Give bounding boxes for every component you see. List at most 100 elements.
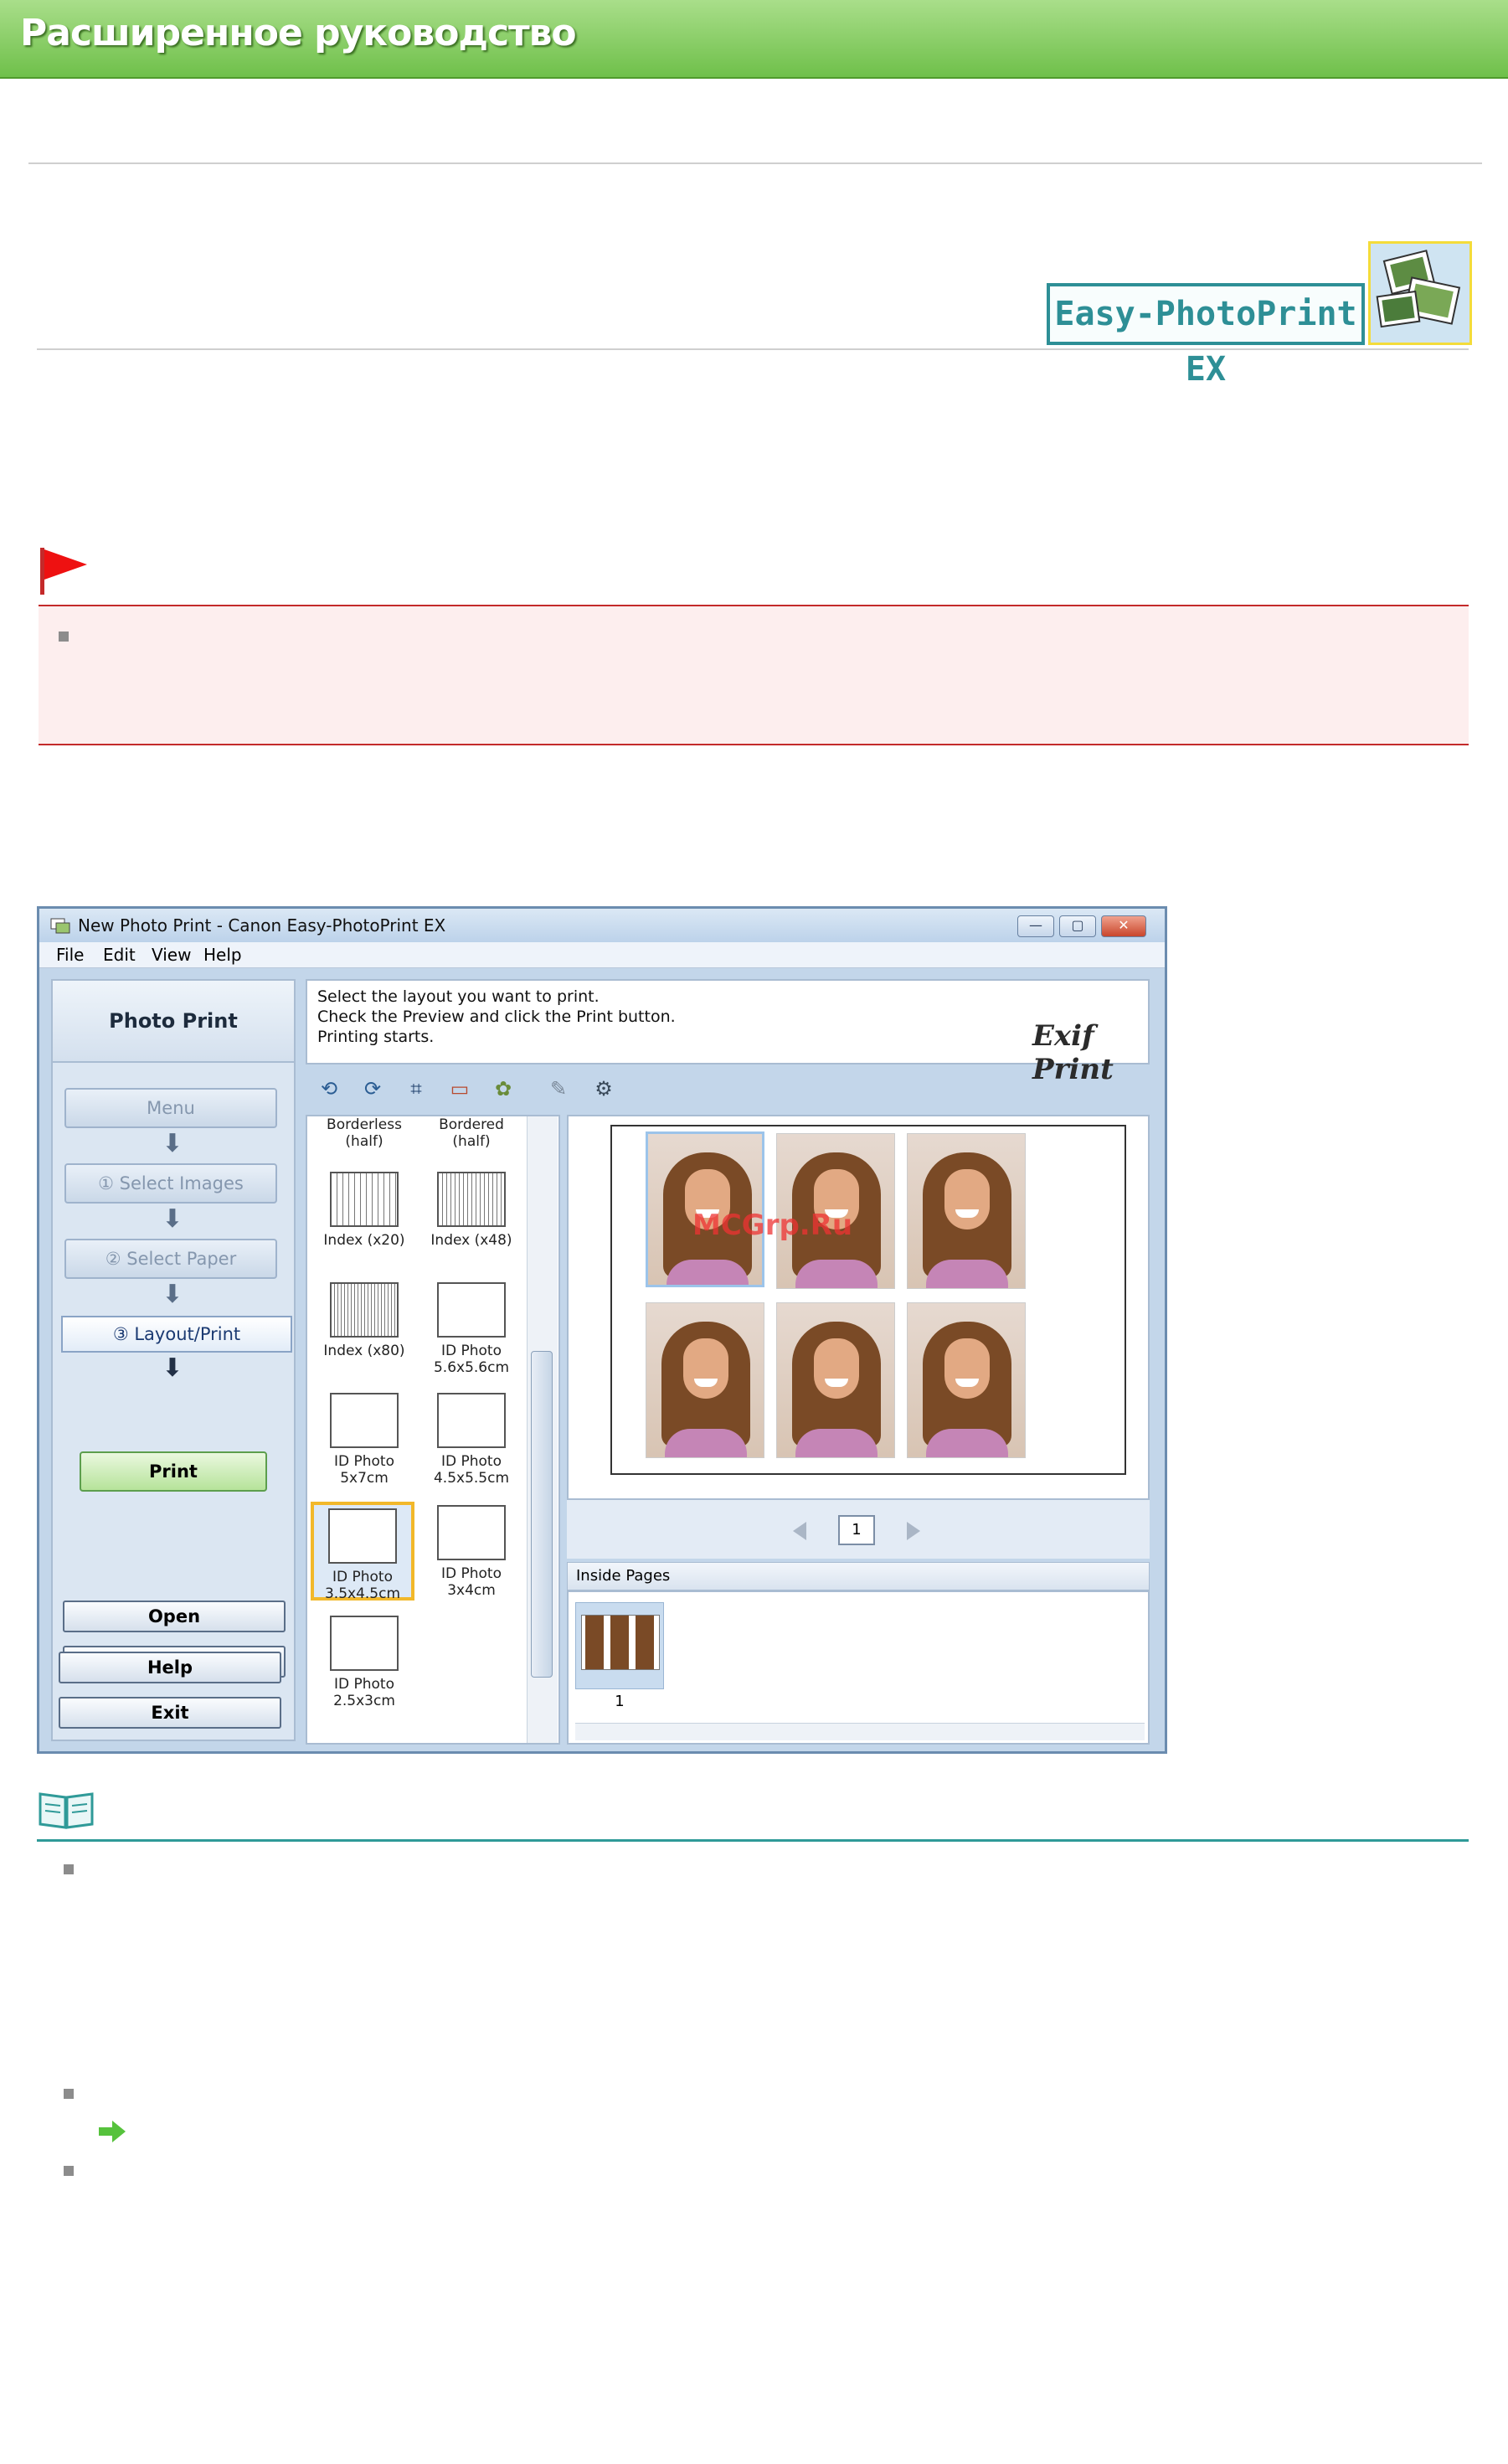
instruction-line: Check the Preview and click the Print bu…	[317, 1008, 676, 1026]
id-photo-layout-icon	[328, 1508, 397, 1564]
layout-label: ID Photo 2.5x3cm	[333, 1676, 395, 1709]
instruction-line: Select the layout you want to print.	[317, 987, 600, 1006]
caution-box	[39, 605, 1469, 745]
layout-scrollbar[interactable]	[527, 1116, 558, 1743]
print-preview: MCGrp.Ru	[567, 1115, 1150, 1500]
maximize-button[interactable]: ▢	[1059, 915, 1096, 937]
layout-item-selected[interactable]: ID Photo 3.5x4.5cm	[311, 1502, 414, 1602]
layout-label: ID Photo 4.5x5.5cm	[433, 1453, 510, 1487]
thumbnail-image	[581, 1615, 660, 1670]
divider	[37, 348, 1469, 350]
layout-item[interactable]: ID Photo 3x4cm	[419, 1505, 523, 1599]
layout-label: Index (x20)	[323, 1232, 405, 1249]
layout-item[interactable]: Index (x80)	[312, 1282, 416, 1359]
close-button[interactable]: ✕	[1101, 915, 1146, 937]
link-arrow-icon[interactable]	[97, 2119, 127, 2144]
instruction-line: Printing starts.	[317, 1028, 435, 1046]
rotate-right-icon[interactable]: ⟳	[359, 1076, 386, 1101]
layout-label: ID Photo 3x4cm	[440, 1565, 502, 1599]
layout-list: Borderless (half) Bordered (half) Index …	[306, 1115, 560, 1745]
app-small-icon	[50, 918, 70, 934]
layout-label: ID Photo 5x7cm	[333, 1453, 394, 1487]
preview-photo[interactable]	[646, 1302, 764, 1458]
note-divider	[37, 1839, 1469, 1842]
id-photo-layout-icon	[330, 1393, 399, 1448]
arrow-down-icon: ⬇	[162, 1204, 183, 1234]
menu-edit[interactable]: Edit	[103, 945, 136, 965]
easy-photoprint-logo: Easy-PhotoPrint EX	[1047, 283, 1365, 389]
thumbnail-label: 1	[615, 1693, 625, 1710]
note-book-icon	[37, 1789, 95, 1831]
preview-sheet: MCGrp.Ru	[610, 1125, 1126, 1475]
navigation-pane: Photo Print Menu ⬇ ① Select Images ⬇ ② S…	[51, 979, 296, 1741]
mode-heading: Photo Print	[53, 981, 294, 1063]
layout-item[interactable]: ID Photo 4.5x5.5cm	[419, 1393, 523, 1487]
layout-label: ID Photo 5.6x5.6cm	[433, 1343, 510, 1376]
menu-help[interactable]: Help	[203, 945, 242, 965]
bullet	[64, 2089, 74, 2099]
minimize-button[interactable]: —	[1017, 915, 1054, 937]
layout-label: Index (x80)	[323, 1343, 405, 1359]
exit-button[interactable]: Exit	[59, 1697, 281, 1729]
guide-title: Расширенное руководство	[20, 12, 577, 54]
menu-bar: File Edit View Help	[39, 942, 1165, 968]
divider	[28, 162, 1482, 164]
id-photo-layout-icon	[330, 1616, 399, 1671]
horizontal-scrollbar[interactable]	[575, 1723, 1145, 1740]
print-button[interactable]: Print	[80, 1451, 267, 1492]
frame-icon[interactable]: ▭	[446, 1076, 473, 1101]
arrow-down-icon: ⬇	[162, 1280, 183, 1309]
edit-text-icon[interactable]: ✎	[545, 1076, 572, 1101]
rotate-left-icon[interactable]: ⟲	[316, 1076, 342, 1101]
layout-item[interactable]: ID Photo 5.6x5.6cm	[419, 1282, 523, 1376]
instruction-panel: Select the layout you want to print. Che…	[306, 979, 1150, 1086]
menu-file[interactable]: File	[56, 945, 84, 965]
preview-photo[interactable]	[776, 1302, 895, 1458]
crop-icon[interactable]: ⌗	[403, 1076, 430, 1101]
window-title: New Photo Print - Canon Easy-PhotoPrint …	[78, 915, 446, 936]
step-menu-button[interactable]: Menu	[64, 1088, 277, 1128]
layout-label: Borderless (half)	[327, 1116, 402, 1150]
step-select-paper-button[interactable]: ② Select Paper	[64, 1239, 277, 1279]
preview-photo[interactable]	[907, 1302, 1026, 1458]
bullet	[64, 1864, 74, 1874]
step-select-images-button[interactable]: ① Select Images	[64, 1163, 277, 1204]
layout-label: Index (x48)	[430, 1232, 512, 1249]
page-navigator: 1	[567, 1500, 1150, 1559]
edit-toolbar: ⟲ ⟳ ⌗ ▭ ✿ ✎ ⚙	[306, 1070, 1150, 1108]
bullet	[64, 2166, 74, 2176]
step-layout-print-button[interactable]: ③ Layout/Print	[61, 1316, 292, 1353]
layout-item[interactable]: ID Photo 2.5x3cm	[312, 1616, 416, 1709]
app-window: New Photo Print - Canon Easy-PhotoPrint …	[37, 906, 1167, 1754]
id-photo-layout-icon	[437, 1393, 506, 1448]
id-photo-layout-icon	[437, 1282, 506, 1338]
layout-item[interactable]: Index (x48)	[419, 1172, 523, 1249]
page-thumbnail[interactable]	[575, 1602, 664, 1689]
layout-item[interactable]: Index (x20)	[312, 1172, 416, 1249]
page-thumbnails: 1	[567, 1590, 1150, 1745]
previous-page-icon[interactable]	[790, 1520, 810, 1542]
preview-photo[interactable]	[907, 1133, 1026, 1289]
next-page-icon[interactable]	[903, 1520, 924, 1542]
index-layout-icon	[437, 1172, 506, 1227]
window-titlebar: New Photo Print - Canon Easy-PhotoPrint …	[39, 909, 1165, 942]
arrow-down-icon: ⬇	[162, 1129, 183, 1158]
arrow-down-icon: ⬇	[162, 1353, 183, 1383]
layout-item[interactable]: Borderless (half)	[312, 1116, 416, 1150]
layout-item[interactable]: Bordered (half)	[419, 1116, 523, 1150]
open-button[interactable]: Open	[63, 1601, 286, 1632]
layout-label: ID Photo 3.5x4.5cm	[324, 1569, 401, 1602]
id-photo-layout-icon	[437, 1505, 506, 1560]
layout-label: Bordered (half)	[439, 1116, 504, 1150]
menu-view[interactable]: View	[152, 945, 191, 965]
app-icon	[1368, 241, 1472, 345]
correct-image-icon[interactable]: ✿	[490, 1076, 517, 1101]
help-button[interactable]: Help	[59, 1652, 281, 1683]
scrollbar-thumb[interactable]	[531, 1351, 553, 1678]
layout-item[interactable]: ID Photo 5x7cm	[312, 1393, 416, 1487]
page-number: 1	[838, 1515, 875, 1545]
inside-pages-header: Inside Pages	[567, 1562, 1150, 1590]
caution-flag-icon	[39, 546, 89, 595]
settings-icon[interactable]: ⚙	[590, 1076, 617, 1101]
index-layout-icon	[330, 1282, 399, 1338]
